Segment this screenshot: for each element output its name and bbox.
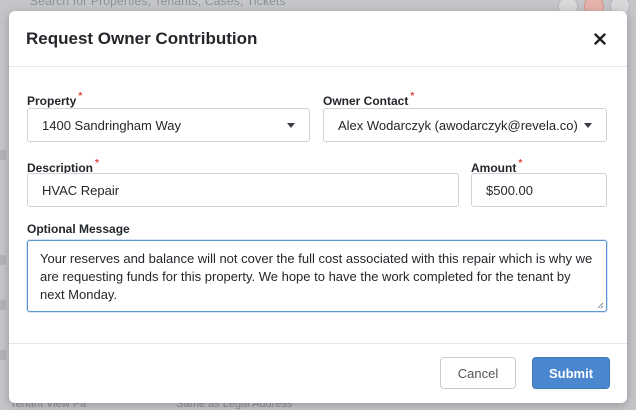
required-marker: * <box>95 158 99 169</box>
required-marker: * <box>518 158 523 169</box>
optional-message-textarea[interactable]: Your reserves and balance will not cover… <box>27 240 607 312</box>
modal-footer: Cancel Submit <box>9 343 627 403</box>
optional-message-text: Your reserves and balance will not cover… <box>40 251 593 302</box>
close-icon <box>594 32 606 45</box>
chevron-down-icon <box>584 122 592 128</box>
background-marker <box>0 300 6 310</box>
cancel-button[interactable]: Cancel <box>440 357 516 389</box>
amount-input-value: $500.00 <box>486 182 533 198</box>
request-owner-contribution-modal: Request Owner Contribution Property * 140… <box>9 11 627 403</box>
close-button[interactable] <box>590 29 610 49</box>
chevron-down-icon <box>287 122 295 128</box>
modal-title: Request Owner Contribution <box>26 28 258 48</box>
background-marker <box>0 150 6 160</box>
required-marker: * <box>410 91 415 102</box>
property-select[interactable]: 1400 Sandringham Way <box>27 108 310 142</box>
property-label: Property * <box>27 91 83 108</box>
background-marker <box>0 255 6 265</box>
modal-header: Request Owner Contribution <box>9 11 627 67</box>
modal-body: Property * 1400 Sandringham Way Owner Con… <box>9 67 627 343</box>
amount-input[interactable]: $500.00 <box>471 173 607 207</box>
owner-contact-label: Owner Contact * <box>323 91 415 108</box>
owner-contact-select[interactable]: Alex Wodarczyk (awodarczyk@revela.co) <box>323 108 607 142</box>
resize-grip-icon[interactable] <box>597 302 604 309</box>
description-input-value: HVAC Repair <box>42 182 120 198</box>
property-label-text: Property <box>27 94 77 108</box>
owner-contact-select-value: Alex Wodarczyk (awodarczyk@revela.co) <box>338 117 578 133</box>
property-select-value: 1400 Sandringham Way <box>42 117 181 133</box>
owner-contact-label-text: Owner Contact <box>323 94 409 108</box>
description-input[interactable]: HVAC Repair <box>27 173 459 207</box>
optional-message-label: Optional Message <box>27 222 130 236</box>
submit-button[interactable]: Submit <box>532 357 610 389</box>
background-search-text: Search for Properties, Tenants, Cases, T… <box>30 0 286 8</box>
background-marker <box>0 350 6 360</box>
required-marker: * <box>78 91 83 102</box>
